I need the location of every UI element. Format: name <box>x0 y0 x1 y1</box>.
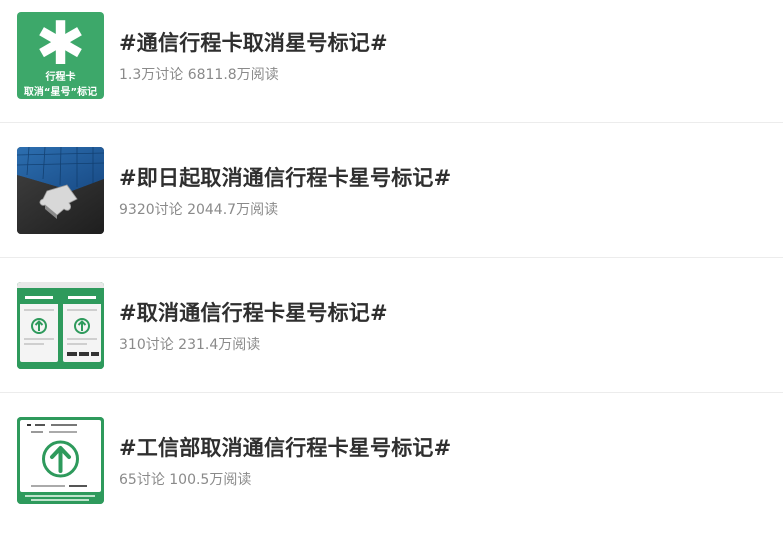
topic-item-2[interactable]: #即日起取消通信行程卡星号标记# 9320讨论 2044.7万阅读 <box>0 135 783 269</box>
topic-thumbnail[interactable] <box>17 147 104 234</box>
thumbnail-caption-line1: 行程卡 <box>45 72 76 83</box>
puzzle-image <box>17 147 104 234</box>
topic-item-3[interactable]: #取消通信行程卡星号标记# 310讨论 231.4万阅读 <box>0 270 783 404</box>
topic-stats: 65讨论 100.5万阅读 <box>119 472 252 488</box>
divider <box>0 122 783 123</box>
topic-title[interactable]: #即日起取消通信行程卡星号标记# <box>119 162 451 192</box>
topic-stats: 1.3万讨论 6811.8万阅读 <box>119 67 279 83</box>
topic-title[interactable]: #通信行程卡取消星号标记# <box>119 27 388 57</box>
asterisk-icon: ✱ <box>35 12 86 79</box>
thumbnail-caption-line2: 取消“星号”标记 <box>23 87 98 98</box>
topic-list: ✱ 行程卡 取消“星号”标记 #通信行程卡取消星号标记# 1.3万讨论 6811… <box>0 0 783 528</box>
topic-thumbnail[interactable] <box>17 282 104 369</box>
topic-title[interactable]: #工信部取消通信行程卡星号标记# <box>119 432 451 462</box>
topic-item-1[interactable]: ✱ 行程卡 取消“星号”标记 #通信行程卡取消星号标记# 1.3万讨论 6811… <box>0 0 783 134</box>
topic-title[interactable]: #取消通信行程卡星号标记# <box>119 297 388 327</box>
topic-item-4[interactable]: #工信部取消通信行程卡星号标记# 65讨论 100.5万阅读 <box>0 405 783 539</box>
topic-thumbnail[interactable]: ✱ 行程卡 取消“星号”标记 <box>17 12 104 99</box>
phone-screens-image <box>17 282 104 369</box>
topic-stats: 310讨论 231.4万阅读 <box>119 337 261 353</box>
topic-stats: 9320讨论 2044.7万阅读 <box>119 202 279 218</box>
topic-thumbnail[interactable] <box>17 417 104 504</box>
divider <box>0 257 783 258</box>
green-arrow-card-image <box>17 417 104 504</box>
divider <box>0 392 783 393</box>
